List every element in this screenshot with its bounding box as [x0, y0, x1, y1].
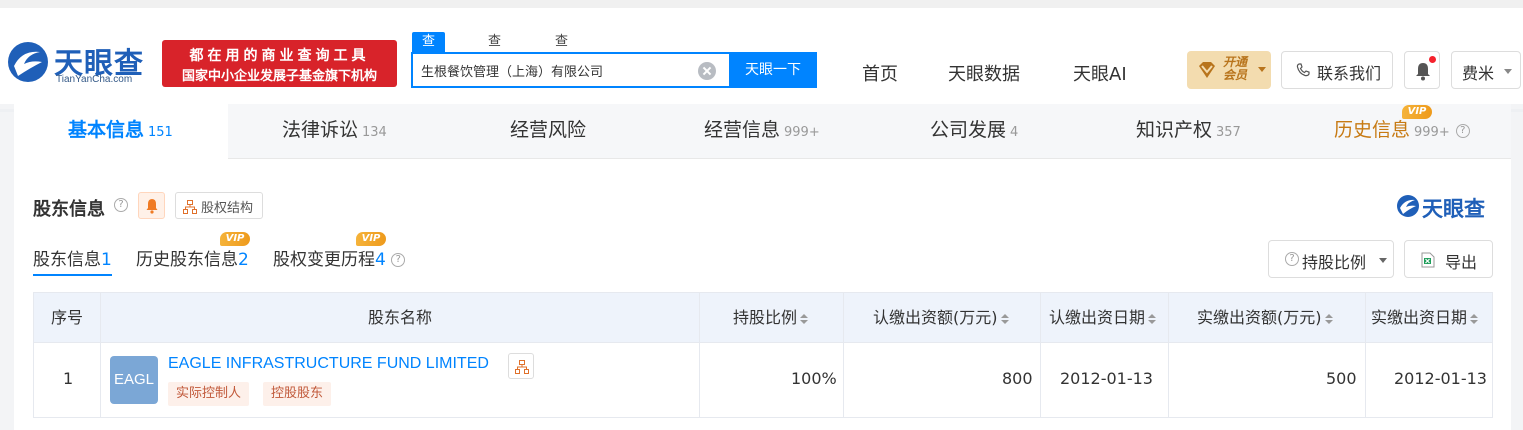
subtab-equity-changes[interactable]: 股权变更历程4 ? — [273, 245, 406, 270]
holding-ratio-label: 持股比例 — [1302, 253, 1367, 272]
user-name: 费米 — [1462, 64, 1495, 83]
slogan-banner: 都在用的商业查询工具 国家中小企业发展子基金旗下机构 — [162, 40, 397, 87]
vip-badge: VIP — [1402, 105, 1432, 119]
phone-icon — [1296, 63, 1310, 77]
tab-basic-info[interactable]: 基本信息 151 — [14, 104, 228, 159]
row-index: 1 — [63, 369, 74, 388]
logo-domain: TianYanCha.com — [56, 74, 133, 85]
nav-tianyan-ai[interactable]: 天眼AI — [1073, 60, 1127, 86]
open-vip-button[interactable]: 开通 会员 — [1187, 51, 1271, 89]
tag-actual-controller: 实际控制人 — [168, 382, 250, 406]
clear-icon[interactable] — [698, 62, 716, 80]
row-ratio: 100% — [791, 369, 837, 388]
top-header: 天眼查 TianYanCha.com 都在用的商业查询工具 国家中小企业发展子基… — [0, 0, 1523, 112]
row-subscribed-amount: 800 — [1002, 369, 1033, 388]
search-tab-relation[interactable]: 查关系 — [545, 32, 578, 89]
chevron-down-icon — [1504, 69, 1512, 74]
help-icon: ? — [391, 253, 406, 267]
contact-us-button[interactable]: 联系我们 — [1281, 51, 1393, 89]
main-tabs: 基本信息 151 法律诉讼 134 经营风险 经营信息 999+ 公司发展 4 知识产权… — [14, 104, 1511, 159]
sort-icon[interactable] — [1000, 313, 1009, 324]
diamond-icon — [1199, 62, 1215, 78]
watermark-text: 天眼查 — [1422, 197, 1485, 221]
slogan-line-2: 国家中小企业发展子基金旗下机构 — [181, 69, 377, 84]
contact-us-label: 联系我们 — [1317, 64, 1382, 83]
equity-structure-label: 股权结构 — [201, 201, 254, 216]
slogan-line-1: 都在用的商业查询工具 — [189, 48, 370, 64]
tab-legal[interactable]: 法律诉讼 134 — [282, 104, 387, 159]
tianyancha-logo[interactable]: 天眼查 TianYanCha.com — [6, 40, 156, 94]
tab-development[interactable]: 公司发展 4 — [930, 104, 1018, 159]
vip-label: 开通 会员 — [1223, 55, 1248, 82]
logo-mark-icon — [1397, 195, 1419, 217]
tag-controlling-shareholder: 控股股东 — [263, 382, 332, 406]
search-button[interactable]: 天眼一下 — [729, 52, 817, 88]
col-paid-date[interactable]: 实缴出资日期 — [1371, 293, 1479, 343]
monitor-bell-button[interactable] — [138, 192, 165, 219]
row-paid-date: 2012-01-13 — [1394, 369, 1487, 388]
nav-home[interactable]: 首页 — [862, 60, 898, 86]
tab-ip[interactable]: 知识产权 357 — [1136, 104, 1241, 159]
bell-icon — [1416, 63, 1430, 81]
col-shareholder-name: 股东名称 — [368, 308, 433, 327]
search-box: 天眼一下 — [411, 52, 817, 88]
org-chart-icon — [515, 360, 529, 374]
help-icon: ? — [1455, 123, 1470, 138]
shareholder-name-link[interactable]: EAGLE INFRASTRUCTURE FUND LIMITED — [168, 355, 489, 373]
col-paid-amount[interactable]: 实缴出资额(万元) — [1197, 293, 1333, 343]
col-subscribed-date[interactable]: 认缴出资日期 — [1049, 293, 1157, 343]
export-button[interactable]: 导出 — [1404, 240, 1493, 278]
tab-risk[interactable]: 经营风险 — [510, 104, 586, 159]
sort-icon[interactable] — [800, 313, 809, 324]
holding-ratio-dropdown[interactable]: ? 持股比例 — [1268, 240, 1394, 278]
shareholder-avatar[interactable]: EAGL — [110, 356, 158, 404]
unread-dot — [1429, 56, 1436, 63]
col-subscribed-amount[interactable]: 认缴出资额(万元) — [873, 293, 1009, 343]
vip-badge: VIP — [356, 232, 386, 246]
help-icon[interactable]: ? — [114, 198, 128, 212]
sort-icon[interactable] — [1470, 313, 1479, 324]
logo-mark-icon — [8, 42, 48, 82]
subtab-active-underline — [33, 274, 112, 276]
table-row: 1 EAGL EAGLE INFRASTRUCTURE FUND LIMITED… — [34, 343, 1492, 417]
user-menu[interactable]: 费米 — [1451, 51, 1521, 89]
sort-icon[interactable] — [1324, 313, 1333, 324]
shareholder-panel: 股东信息 ? 股权结构 天眼查 股东信息1 历史股东信息2 VIP 股权变更历程… — [14, 159, 1511, 430]
vip-badge: VIP — [220, 232, 250, 246]
bell-icon — [146, 199, 158, 214]
subtab-shareholders[interactable]: 股东信息1 — [33, 245, 112, 270]
excel-icon — [1421, 252, 1435, 268]
nav-tianyan-data[interactable]: 天眼数据 — [948, 60, 1020, 86]
search-tab-company[interactable]: 查公司 — [412, 32, 446, 89]
notification-button[interactable] — [1404, 51, 1440, 89]
row-subscribed-date: 2012-01-13 — [1060, 369, 1153, 388]
row-paid-amount: 500 — [1326, 369, 1357, 388]
chevron-down-icon — [1258, 67, 1266, 72]
chevron-down-icon — [1379, 258, 1387, 263]
col-index: 序号 — [51, 308, 84, 327]
help-icon: ? — [1285, 252, 1299, 266]
section-title: 股东信息 — [33, 199, 105, 220]
export-label: 导出 — [1445, 253, 1478, 272]
col-ratio[interactable]: 持股比例 — [733, 293, 809, 343]
tab-operation[interactable]: 经营信息 999+ — [704, 104, 820, 159]
sort-icon[interactable] — [1148, 313, 1157, 324]
search-tab-boss[interactable]: 查老板 — [478, 32, 511, 89]
shareholder-table: 序号 股东名称 持股比例 认缴出资额(万元) 认缴出资日期 实缴出资额(万元) … — [33, 292, 1493, 418]
table-header: 序号 股东名称 持股比例 认缴出资额(万元) 认缴出资日期 实缴出资额(万元) … — [34, 293, 1492, 343]
equity-structure-button[interactable]: 股权结构 — [175, 192, 263, 219]
search-input[interactable] — [421, 59, 691, 81]
org-chart-icon — [183, 200, 197, 214]
equity-structure-mini-button[interactable] — [508, 353, 534, 379]
subtab-history-shareholders[interactable]: 历史股东信息2 — [136, 245, 249, 270]
